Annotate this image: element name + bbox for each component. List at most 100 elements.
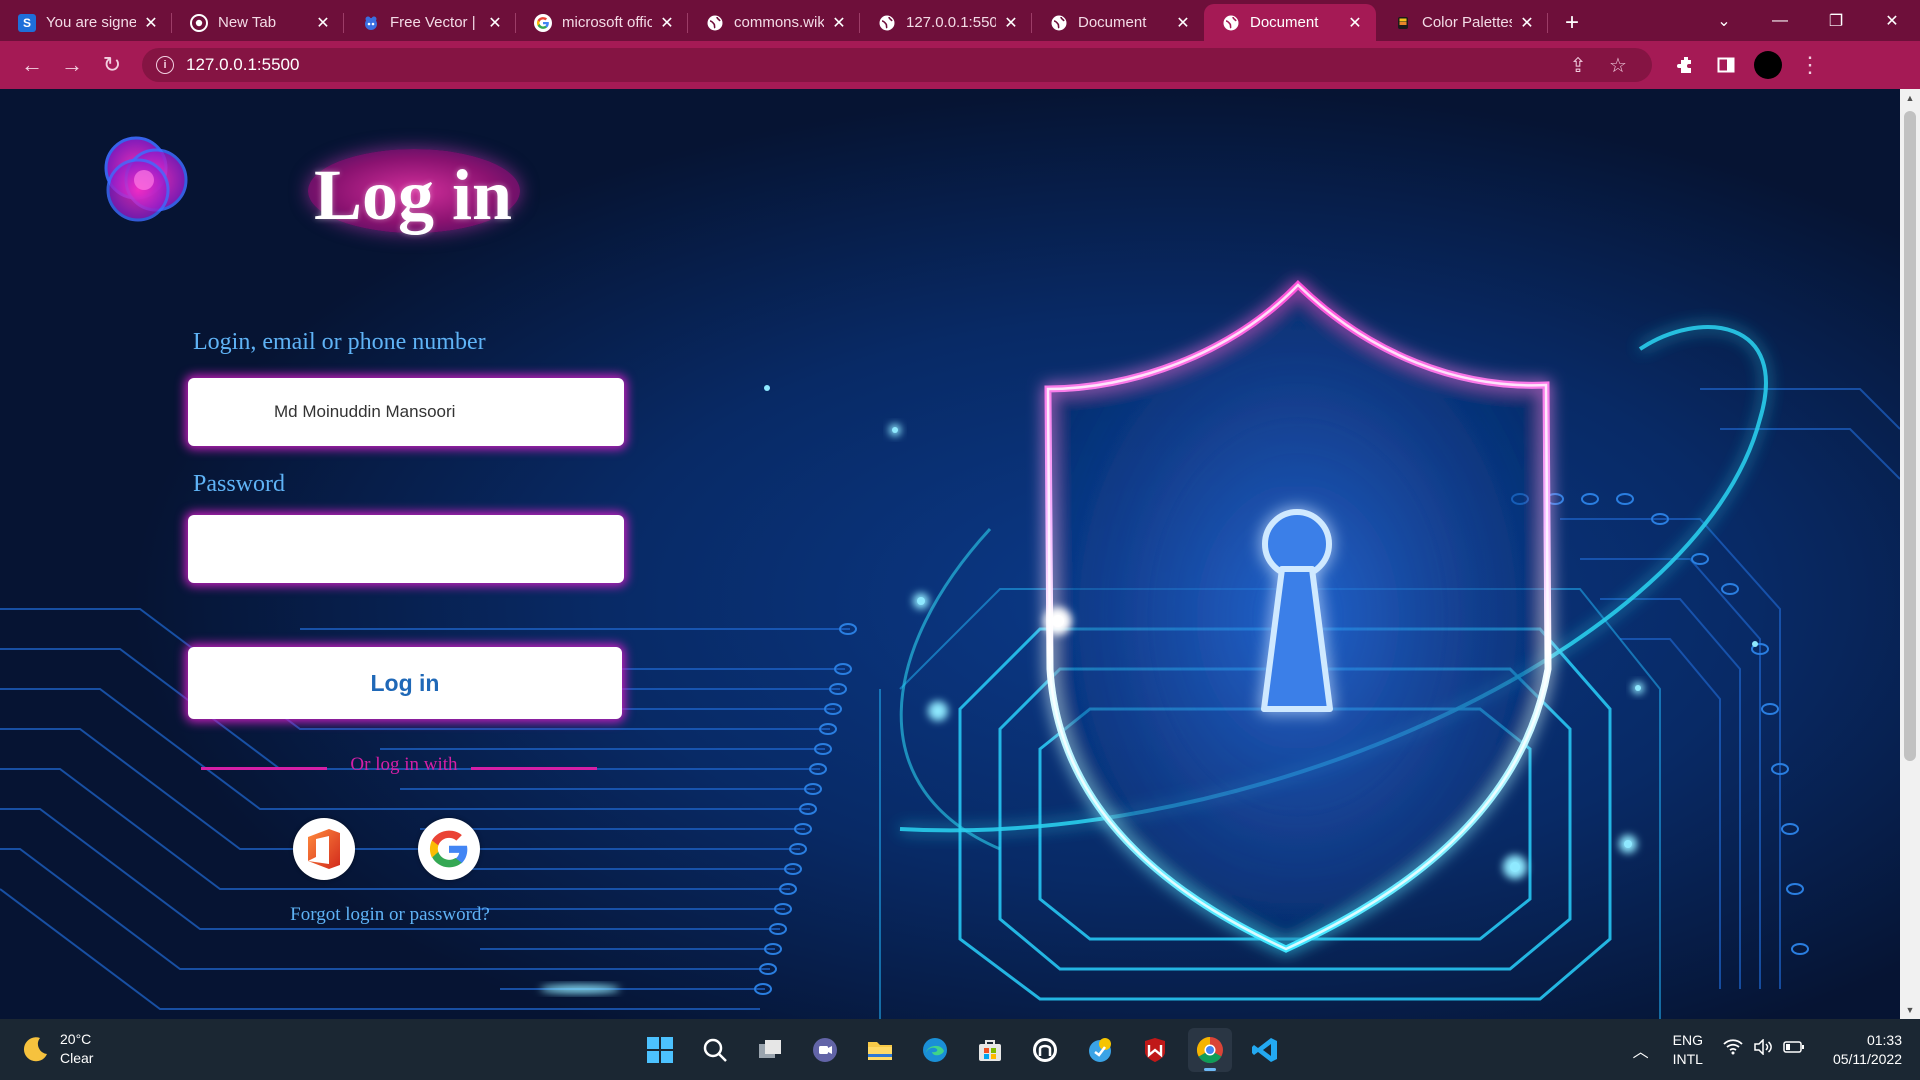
close-window-icon[interactable]: ✕ (1864, 0, 1920, 41)
edge-icon[interactable] (913, 1028, 957, 1072)
tab-title: 127.0.0.1:5500 (906, 14, 996, 31)
page-scrollbar[interactable]: ▲ ▼ (1900, 89, 1920, 1019)
teams-chat-icon[interactable] (803, 1028, 847, 1072)
site-info-icon[interactable]: i (156, 56, 174, 74)
vpn-icon[interactable] (1078, 1028, 1122, 1072)
weather-temp: 20°C (60, 1031, 92, 1047)
chrome-icon (190, 13, 208, 32)
lang-line1: ENG (1672, 1031, 1703, 1048)
scroll-down-icon[interactable]: ▼ (1900, 1001, 1920, 1019)
wifi-icon[interactable] (1723, 1039, 1743, 1060)
system-tray: ︿ ENG INTL 01:33 05/11/2022 (1633, 1019, 1920, 1080)
close-icon[interactable]: ✕ (486, 13, 504, 33)
scroll-up-icon[interactable]: ▲ (1900, 89, 1920, 107)
chrome-icon[interactable] (1188, 1028, 1232, 1072)
forward-icon[interactable]: → (52, 45, 92, 85)
tab-commons-wiki[interactable]: commons.wiki ✕ (688, 4, 860, 41)
forgot-password-link[interactable]: Forgot login or password? (270, 904, 510, 926)
divider-left (201, 767, 327, 770)
close-icon[interactable]: ✕ (830, 13, 848, 33)
bookmark-star-icon[interactable]: ☆ (1598, 53, 1638, 78)
reload-icon[interactable]: ↻ (92, 45, 132, 85)
taskbar-apps (638, 1028, 1298, 1072)
language-indicator[interactable]: ENG INTL (1673, 1031, 1703, 1069)
close-icon[interactable]: ✕ (1174, 13, 1192, 33)
search-icon[interactable] (693, 1028, 737, 1072)
tab-free-vector[interactable]: Free Vector | D ✕ (344, 4, 516, 41)
clock-date: 05/11/2022 (1832, 1050, 1902, 1067)
extensions-icon[interactable] (1666, 45, 1706, 85)
address-bar[interactable]: i 127.0.0.1:5500 ⇪ ☆ (142, 48, 1652, 82)
volume-icon[interactable] (1753, 1038, 1773, 1060)
github-icon[interactable] (1023, 1028, 1067, 1072)
close-icon[interactable]: ✕ (314, 13, 332, 33)
microsoft-office-icon (308, 829, 340, 869)
file-explorer-icon[interactable] (858, 1028, 902, 1072)
tab-color-palettes[interactable]: Color Palettes ✕ (1376, 4, 1548, 41)
brand-logo (104, 136, 188, 222)
windows-taskbar: 20°C Clear ︿ ENG INTL 01:33 05/11/2022 (0, 1019, 1920, 1080)
google-login-button[interactable] (418, 818, 480, 880)
tab-title: You are signed (46, 14, 136, 31)
share-icon[interactable]: ⇪ (1558, 53, 1598, 78)
tab-title: commons.wiki (734, 14, 824, 31)
password-label: Password (193, 471, 286, 497)
scroll-thumb[interactable] (1904, 111, 1916, 761)
close-icon[interactable]: ✕ (1346, 13, 1364, 33)
close-icon[interactable]: ✕ (1002, 13, 1020, 33)
tab-title: New Tab (218, 14, 277, 31)
s-icon: S (18, 13, 36, 32)
profile-avatar[interactable] (1754, 51, 1782, 79)
window-controls: ⌄ — ❐ ✕ (1696, 0, 1920, 41)
palette-icon (1394, 14, 1412, 32)
login-label: Login, email or phone number (193, 329, 486, 355)
restore-icon[interactable]: ❐ (1808, 0, 1864, 41)
login-button[interactable]: Log in (188, 647, 622, 719)
login-input[interactable] (188, 378, 624, 446)
windows-start-icon[interactable] (638, 1028, 682, 1072)
close-icon[interactable]: ✕ (658, 13, 676, 33)
page-title: Log in (314, 155, 513, 235)
moon-icon (23, 1037, 47, 1062)
globe-icon (878, 14, 896, 32)
google-icon (429, 830, 468, 868)
menu-kebab-icon[interactable]: ⋮ (1790, 45, 1830, 85)
tab-document-active[interactable]: Document ✕ (1204, 4, 1376, 41)
tab-title: Document (1078, 14, 1147, 31)
weather-widget[interactable]: 20°C Clear (20, 1030, 93, 1068)
task-view-icon[interactable] (748, 1028, 792, 1072)
globe-icon (1050, 14, 1068, 32)
tab-localhost[interactable]: 127.0.0.1:5500 ✕ (860, 4, 1032, 41)
web-page: Log in Login, email or phone number Pass… (0, 89, 1900, 1019)
vscode-icon[interactable] (1243, 1028, 1287, 1072)
password-input[interactable] (188, 515, 624, 583)
tab-title: Free Vector | D (390, 14, 480, 31)
google-icon (534, 13, 552, 32)
minimize-icon[interactable]: — (1752, 0, 1808, 41)
side-panel-icon[interactable] (1706, 45, 1746, 85)
freepik-icon (362, 14, 380, 32)
mcafee-icon[interactable] (1133, 1028, 1177, 1072)
tab-signed-in[interactable]: S You are signed ✕ (0, 4, 172, 41)
new-tab-button[interactable]: + (1552, 4, 1592, 41)
close-icon[interactable]: ✕ (1518, 13, 1536, 33)
tab-new-tab[interactable]: New Tab ✕ (172, 4, 344, 41)
tab-document-1[interactable]: Document ✕ (1032, 4, 1204, 41)
globe-icon (1222, 14, 1240, 32)
tab-search-icon[interactable]: ⌄ (1696, 0, 1752, 41)
store-icon[interactable] (968, 1028, 1012, 1072)
tab-title: microsoft offic (562, 14, 652, 31)
tab-title: Document (1250, 14, 1319, 31)
office-login-button[interactable] (293, 818, 355, 880)
clock[interactable]: 01:33 05/11/2022 (1833, 1031, 1902, 1069)
tab-microsoft-office[interactable]: microsoft offic ✕ (516, 4, 688, 41)
chevron-up-icon[interactable]: ︿ (1633, 1038, 1649, 1062)
tab-title: Color Palettes (1422, 14, 1512, 31)
address-url[interactable]: 127.0.0.1:5500 (186, 55, 1558, 75)
battery-icon[interactable] (1783, 1039, 1805, 1060)
close-icon[interactable]: ✕ (142, 13, 160, 33)
back-icon[interactable]: ← (12, 45, 52, 85)
or-login-with-text: Or log in with (350, 754, 458, 775)
tab-strip: S You are signed ✕ New Tab ✕ Free Vector… (0, 0, 1920, 41)
clock-time: 01:33 (1866, 1031, 1902, 1048)
